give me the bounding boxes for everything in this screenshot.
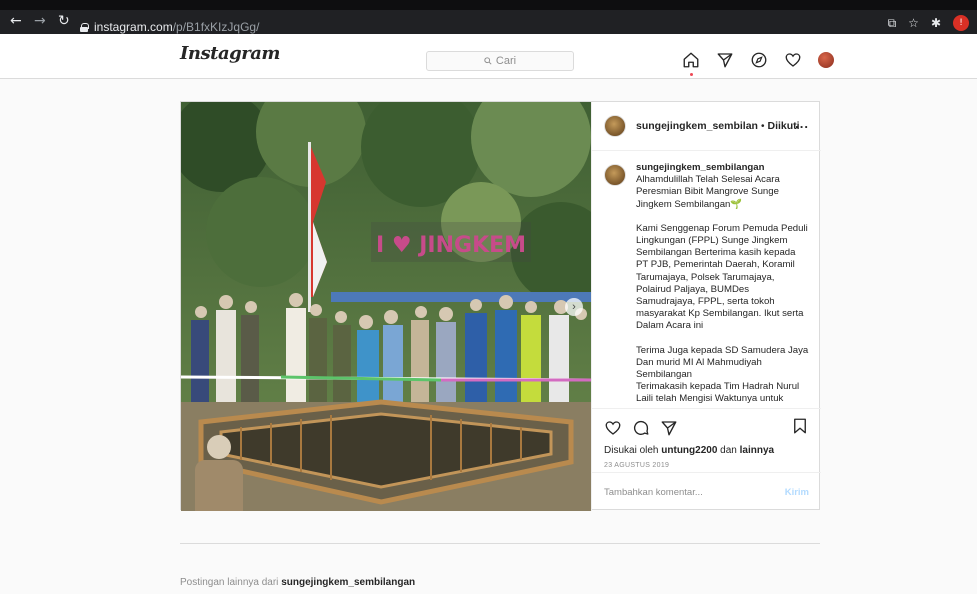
- header-nav: [682, 51, 834, 76]
- home-icon[interactable]: [682, 51, 700, 76]
- search-input[interactable]: Cari: [426, 51, 574, 71]
- puzzle-icon[interactable]: ✱: [931, 16, 941, 30]
- post-card: I ♥ JINGKEM › sungejingkem_sembilan • Di…: [180, 101, 821, 511]
- like-heart-icon[interactable]: [604, 419, 622, 437]
- url-path: /p/B1fxKIzJqGg/: [172, 20, 260, 34]
- likes-prefix: Disukai oleh: [604, 445, 659, 456]
- search-icon: [484, 57, 492, 65]
- photo-sign: I ♥ JINGKEM: [376, 233, 526, 258]
- profile-avatar[interactable]: [818, 52, 834, 68]
- arrow-right-icon[interactable]: →: [34, 14, 46, 28]
- caption-avatar[interactable]: [604, 164, 626, 186]
- more-posts-prefix: Postingan lainnya dari: [180, 577, 279, 588]
- section-divider: [180, 543, 820, 544]
- extension-alert-icon[interactable]: !: [953, 15, 969, 31]
- url-host: instagram.com: [94, 20, 173, 34]
- caption-paragraph: Kami Senggenap Forum Pemuda Peduli Lingk…: [636, 222, 808, 332]
- author-username[interactable]: sungejingkem_sembilan: [636, 120, 758, 132]
- post-date[interactable]: 23 AGUSTUS 2019: [604, 462, 809, 469]
- explore-icon[interactable]: [750, 51, 768, 69]
- post-sidebar: sungejingkem_sembilan • Diikuti ... sung…: [591, 102, 821, 511]
- tab-strip: [0, 0, 977, 10]
- caption-paragraph: Alhamdulillah Telah Selesai Acara Peresm…: [636, 174, 809, 211]
- sprout-emoji: 🌱: [730, 198, 743, 210]
- star-icon[interactable]: ☆: [908, 16, 919, 30]
- mangrove-photo-illustration: I ♥ JINGKEM: [181, 102, 591, 511]
- comment-icon[interactable]: [632, 419, 650, 437]
- activity-icon[interactable]: [784, 51, 802, 69]
- lock-icon: [80, 22, 89, 32]
- arrow-left-icon[interactable]: ←: [10, 14, 22, 28]
- author-avatar[interactable]: [604, 115, 626, 137]
- likes-user[interactable]: untung2200: [661, 445, 717, 456]
- chevron-right-icon[interactable]: ›: [565, 298, 583, 316]
- post-actions: Disukai oleh untung2200 dan lainnya 23 A…: [592, 408, 821, 472]
- direct-icon[interactable]: [716, 51, 734, 69]
- translate-icon[interactable]: ⧉: [888, 16, 897, 31]
- comment-input[interactable]: Tambahkan komentar...: [604, 487, 785, 498]
- instagram-logo[interactable]: Instagram: [180, 43, 280, 64]
- more-posts-user[interactable]: sungejingkem_sembilangan: [281, 577, 415, 588]
- more-options-icon[interactable]: ...: [795, 116, 809, 131]
- likes-and: dan: [720, 445, 737, 456]
- browser-toolbar: ← → ↻ instagram.com/p/B1fxKIzJqGg/ ⧉ ☆ ✱…: [0, 0, 977, 34]
- share-icon[interactable]: [660, 419, 678, 437]
- browser-extensions: ⧉ ☆ ✱ !: [888, 15, 969, 31]
- home-active-dot: [690, 73, 693, 76]
- likes-summary: Disukai oleh untung2200 dan lainnya: [604, 445, 809, 456]
- more-posts-heading: Postingan lainnya dari sungejingkem_semb…: [180, 577, 415, 588]
- separator-dot: •: [760, 120, 765, 132]
- caption-username[interactable]: sungejingkem_sembilangan: [636, 162, 809, 174]
- reload-icon[interactable]: ↻: [58, 14, 70, 28]
- instagram-header: Instagram Cari: [0, 34, 977, 79]
- bookmark-icon[interactable]: [791, 417, 809, 435]
- caption-body: sungejingkem_sembilangan Alhamdulillah T…: [636, 162, 809, 408]
- post-comment-button[interactable]: Kirim: [785, 487, 809, 498]
- action-icons: [604, 417, 809, 439]
- comment-form: Tambahkan komentar... Kirim: [592, 472, 821, 511]
- post-photo[interactable]: I ♥ JINGKEM ›: [181, 102, 591, 511]
- likes-others[interactable]: lainnya: [740, 445, 774, 456]
- search-placeholder: Cari: [495, 55, 517, 67]
- post-header: sungejingkem_sembilan • Diikuti ...: [592, 102, 821, 151]
- post-caption: sungejingkem_sembilangan Alhamdulillah T…: [592, 162, 821, 408]
- caption-paragraph: Terima Juga kepada SD Samudera Jaya Dan …: [636, 344, 809, 405]
- caption-text-1: Alhamdulillah Telah Selesai Acara Peresm…: [636, 174, 780, 210]
